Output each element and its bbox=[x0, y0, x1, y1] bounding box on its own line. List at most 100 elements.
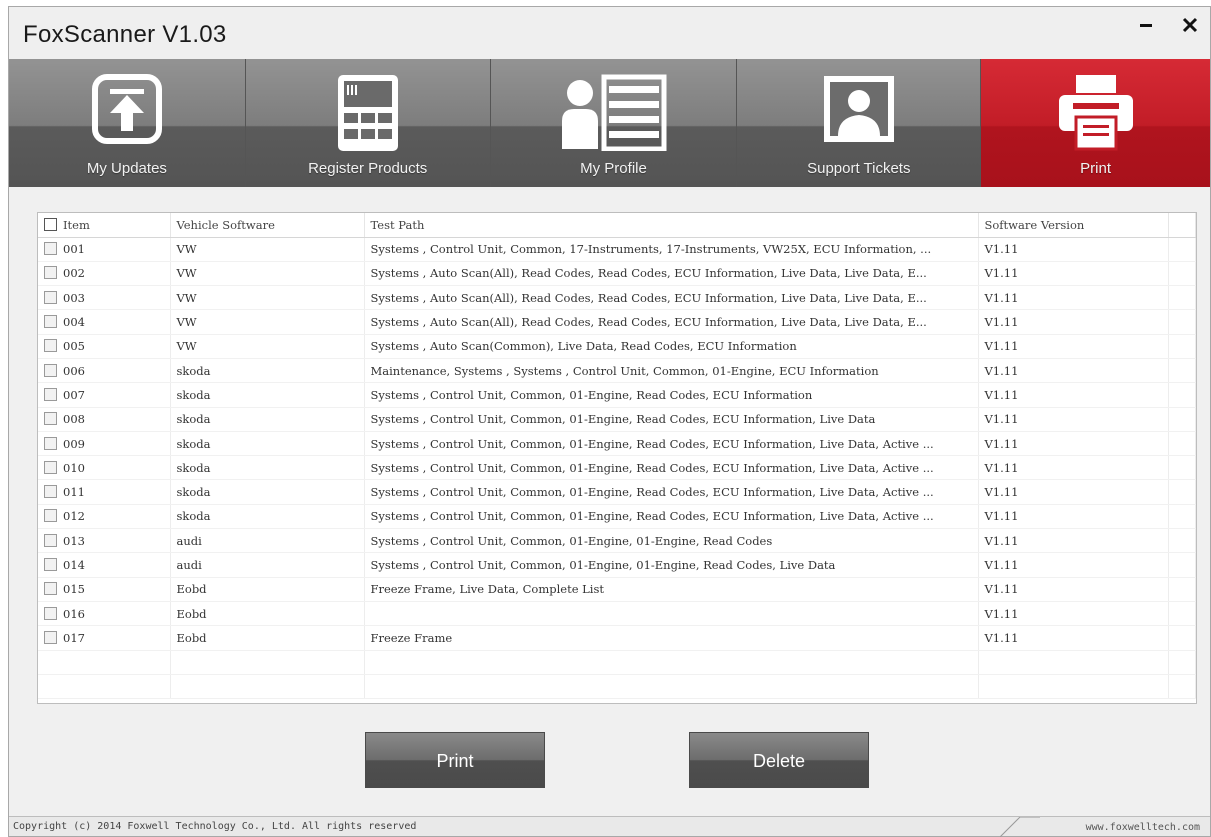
main-tab-bar: My Updates Register Products My Profile … bbox=[9, 59, 1210, 187]
column-header-vehicle-software[interactable]: Vehicle Software bbox=[170, 213, 365, 238]
table-row[interactable]: 005 VW Systems , Auto Scan(Common), Live D… bbox=[38, 334, 1196, 359]
row-checkbox[interactable] bbox=[44, 290, 57, 304]
empty-cell bbox=[1168, 674, 1196, 700]
table-row[interactable]: 009 skoda Systems , Control Unit, Common, … bbox=[38, 431, 1196, 457]
cell-vehicle-software: Eobd bbox=[170, 625, 365, 651]
cell-item: 008 bbox=[38, 407, 171, 432]
row-checkbox[interactable] bbox=[44, 436, 57, 450]
cell-item: 013 bbox=[38, 528, 171, 554]
tab-register-products[interactable]: Register Products bbox=[245, 59, 491, 187]
table-row[interactable]: 002 VW Systems , Auto Scan(All), Read Code… bbox=[38, 261, 1196, 287]
close-button[interactable] bbox=[1176, 11, 1204, 39]
status-bar: Copyright (c) 2014 Foxwell Technology Co… bbox=[9, 816, 1210, 837]
tab-my-updates[interactable]: My Updates bbox=[9, 59, 246, 187]
cell-item: 003 bbox=[38, 285, 171, 311]
cell-test-path: Systems , Control Unit, Common, 01-Engin… bbox=[364, 528, 979, 554]
cell-software-version: V1.11 bbox=[978, 479, 1169, 505]
table-row[interactable]: 007 skoda Systems , Control Unit, Common, … bbox=[38, 382, 1196, 408]
minimize-button[interactable] bbox=[1132, 11, 1160, 39]
item-number: 003 bbox=[63, 290, 85, 305]
cell-item: 015 bbox=[38, 577, 171, 602]
column-header-filler bbox=[1168, 213, 1196, 238]
cell-item: 010 bbox=[38, 455, 171, 481]
website-link[interactable]: www.foxwelltech.com bbox=[1086, 822, 1200, 833]
item-number: 013 bbox=[63, 533, 85, 548]
table-row[interactable]: 015 Eobd Freeze Frame, Live Data, Complete… bbox=[38, 577, 1196, 602]
empty-cell bbox=[978, 650, 1169, 675]
table-row[interactable]: 016 Eobd V1.11 bbox=[38, 601, 1196, 627]
row-checkbox[interactable] bbox=[44, 509, 57, 523]
row-checkbox[interactable] bbox=[44, 630, 57, 644]
cell-software-version: V1.11 bbox=[978, 285, 1169, 311]
select-all-checkbox[interactable] bbox=[44, 217, 57, 231]
row-checkbox[interactable] bbox=[44, 533, 57, 547]
column-header-item[interactable]: Item bbox=[38, 213, 171, 238]
row-checkbox[interactable] bbox=[44, 266, 57, 280]
empty-cell bbox=[364, 674, 979, 700]
item-number: 006 bbox=[63, 363, 85, 378]
table-row[interactable]: 006 skoda Maintenance, Systems , Systems ,… bbox=[38, 358, 1196, 384]
table-row[interactable]: 013 audi Systems , Control Unit, Common, 0… bbox=[38, 528, 1196, 554]
cell-filler bbox=[1168, 261, 1196, 287]
cell-filler bbox=[1168, 577, 1196, 602]
cell-filler bbox=[1168, 382, 1196, 408]
cell-software-version: V1.11 bbox=[978, 528, 1169, 554]
row-checkbox[interactable] bbox=[44, 460, 57, 474]
cell-filler bbox=[1168, 334, 1196, 359]
cell-vehicle-software: VW bbox=[170, 309, 365, 335]
cell-vehicle-software: skoda bbox=[170, 358, 365, 384]
column-header-test-path[interactable]: Test Path bbox=[364, 213, 979, 238]
copyright-text: Copyright (c) 2014 Foxwell Technology Co… bbox=[13, 821, 417, 832]
column-header-software-version[interactable]: Software Version bbox=[978, 213, 1169, 238]
cell-test-path: Systems , Control Unit, Common, 01-Engin… bbox=[364, 552, 979, 578]
item-number: 011 bbox=[63, 485, 85, 500]
row-checkbox[interactable] bbox=[44, 412, 57, 426]
cell-vehicle-software: skoda bbox=[170, 455, 365, 481]
empty-cell bbox=[38, 674, 171, 700]
cell-software-version: V1.11 bbox=[978, 577, 1169, 602]
tab-support-tickets[interactable]: Support Tickets bbox=[737, 59, 982, 187]
table-row[interactable]: 012 skoda Systems , Control Unit, Common, … bbox=[38, 504, 1196, 530]
table-row[interactable]: 001 VW Systems , Control Unit, Common, 17-… bbox=[38, 237, 1196, 262]
item-number: 010 bbox=[63, 460, 85, 475]
tab-print[interactable]: Print bbox=[981, 59, 1210, 187]
row-checkbox[interactable] bbox=[44, 558, 57, 571]
table-row[interactable]: 008 skoda Systems , Control Unit, Common, … bbox=[38, 407, 1196, 432]
cell-test-path: Systems , Auto Scan(All), Read Codes, Re… bbox=[364, 309, 979, 335]
row-checkbox[interactable] bbox=[44, 582, 57, 596]
row-checkbox[interactable] bbox=[44, 606, 57, 620]
title-bar: FoxScanner V1.03 bbox=[9, 7, 1210, 59]
table-row[interactable]: 004 VW Systems , Auto Scan(All), Read Code… bbox=[38, 309, 1196, 335]
empty-cell bbox=[364, 650, 979, 675]
row-checkbox[interactable] bbox=[44, 315, 57, 329]
item-number: 008 bbox=[63, 412, 85, 427]
cell-vehicle-software: VW bbox=[170, 285, 365, 311]
cell-filler bbox=[1168, 504, 1196, 530]
cell-test-path: Systems , Control Unit, Common, 01-Engin… bbox=[364, 504, 979, 530]
upload-icon bbox=[91, 74, 162, 144]
item-number: 001 bbox=[63, 242, 85, 257]
row-checkbox[interactable] bbox=[44, 387, 57, 401]
delete-button[interactable]: Delete bbox=[689, 732, 869, 788]
table-row[interactable]: 003 VW Systems , Auto Scan(All), Read Code… bbox=[38, 285, 1196, 311]
cell-vehicle-software: skoda bbox=[170, 407, 365, 432]
row-checkbox[interactable] bbox=[44, 242, 57, 256]
cell-test-path: Systems , Control Unit, Common, 01-Engin… bbox=[364, 479, 979, 505]
row-checkbox[interactable] bbox=[44, 485, 57, 499]
row-checkbox[interactable] bbox=[44, 339, 57, 353]
cell-item: 007 bbox=[38, 382, 171, 408]
cell-vehicle-software: skoda bbox=[170, 479, 365, 505]
table-row[interactable]: 014 audi Systems , Control Unit, Common, 0… bbox=[38, 552, 1196, 578]
table-row[interactable]: 011 skoda Systems , Control Unit, Common, … bbox=[38, 479, 1196, 505]
cell-test-path: Systems , Control Unit, Common, 01-Engin… bbox=[364, 382, 979, 408]
cell-vehicle-software: skoda bbox=[170, 504, 365, 530]
close-icon bbox=[1182, 17, 1198, 33]
minimize-icon bbox=[1140, 24, 1152, 27]
cell-software-version: V1.11 bbox=[978, 261, 1169, 287]
table-row[interactable]: 010 skoda Systems , Control Unit, Common, … bbox=[38, 455, 1196, 481]
cell-filler bbox=[1168, 625, 1196, 651]
tab-my-profile[interactable]: My Profile bbox=[490, 59, 738, 187]
print-button[interactable]: Print bbox=[365, 732, 545, 788]
table-row[interactable]: 017 Eobd Freeze Frame V1.11 bbox=[38, 625, 1196, 651]
row-checkbox[interactable] bbox=[44, 363, 57, 377]
